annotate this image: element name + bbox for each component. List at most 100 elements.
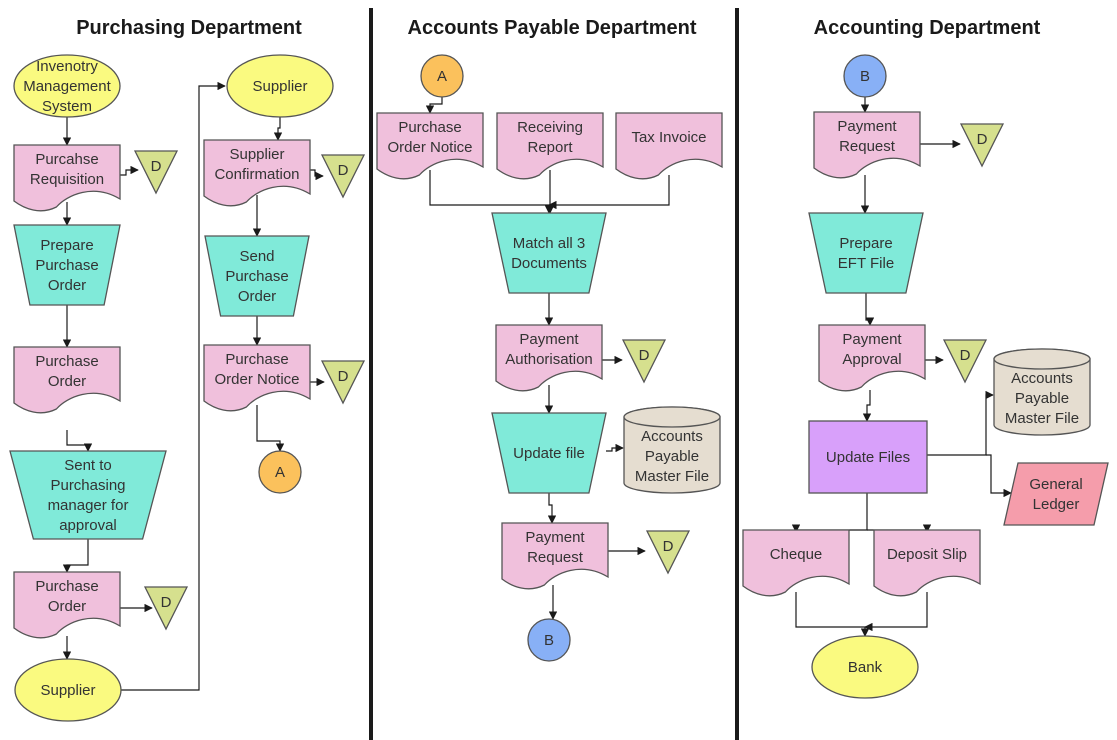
node-label: Purchasing bbox=[50, 477, 125, 494]
node-a-auth[interactable]: Payment Authorisation bbox=[495, 324, 603, 392]
node-p-req-d[interactable]: D bbox=[133, 150, 179, 195]
node-label: B bbox=[860, 68, 870, 85]
node-p-a[interactable]: A bbox=[258, 450, 302, 494]
node-label: Order bbox=[48, 373, 86, 390]
connector-p-sup2-to-p-conf bbox=[273, 117, 283, 141]
node-a-upd[interactable]: Update file bbox=[491, 412, 607, 494]
node-a-tax[interactable]: Tax Invoice bbox=[615, 112, 723, 180]
connector-p-pon-to-p-a bbox=[256, 405, 285, 452]
lane-divider bbox=[735, 8, 739, 740]
node-p-po1[interactable]: Purchase Order bbox=[13, 346, 121, 414]
node-label: Purchase bbox=[225, 351, 288, 368]
node-label: Supplier bbox=[40, 682, 95, 699]
node-a-auth-d[interactable]: D bbox=[621, 339, 667, 384]
connector-a-a-to-a-pon bbox=[425, 97, 443, 114]
node-c-b[interactable]: B bbox=[843, 54, 887, 98]
node-label: Update file bbox=[513, 445, 585, 462]
node-c-upd[interactable]: Update Files bbox=[808, 420, 928, 494]
node-c-chq[interactable]: Cheque bbox=[742, 529, 850, 597]
connector-p-po1-to-p-sent bbox=[66, 430, 93, 452]
node-a-b[interactable]: B bbox=[527, 618, 571, 662]
node-p-prep[interactable]: Prepare Purchase Order bbox=[13, 224, 121, 306]
node-label: Ledger bbox=[1033, 496, 1080, 513]
flowchart-canvas: Purchasing Department Accounts Payable D… bbox=[9, 8, 1109, 740]
node-label: Authorisation bbox=[505, 351, 593, 368]
node-p-sup2[interactable]: Supplier bbox=[226, 54, 334, 118]
node-label: A bbox=[437, 68, 447, 85]
node-label: Sent to bbox=[64, 457, 112, 474]
node-c-req[interactable]: Payment Request bbox=[813, 111, 921, 179]
node-p-conf-d[interactable]: D bbox=[320, 154, 366, 199]
node-c-gl[interactable]: General Ledger bbox=[1003, 462, 1109, 526]
node-label: Payment bbox=[519, 331, 579, 348]
node-c-dep[interactable]: Deposit Slip bbox=[873, 529, 981, 597]
node-a-db[interactable]: Accounts Payable Master File bbox=[623, 406, 721, 494]
node-a-rr[interactable]: Receiving Report bbox=[496, 112, 604, 180]
node-a-req-d[interactable]: D bbox=[645, 530, 691, 575]
node-label: Order bbox=[48, 598, 86, 615]
connector-c-upd-to-c-db bbox=[927, 390, 994, 456]
node-p-pon-d[interactable]: D bbox=[320, 360, 366, 405]
node-a-req[interactable]: Payment Request bbox=[501, 522, 609, 590]
node-label: Prepare bbox=[839, 235, 892, 252]
node-label: Requisition bbox=[30, 171, 104, 188]
node-c-req-d[interactable]: D bbox=[959, 123, 1005, 168]
node-a-a[interactable]: A bbox=[420, 54, 464, 98]
lane-title-accounts-payable: Accounts Payable Department bbox=[408, 17, 697, 39]
node-label: approval bbox=[59, 517, 117, 534]
node-label: B bbox=[544, 632, 554, 649]
connector-p-sent-to-p-po2 bbox=[62, 539, 89, 573]
connector-a-tax-to-a-match bbox=[548, 175, 670, 210]
node-label: Purcahse bbox=[35, 151, 98, 168]
node-label: Tax Invoice bbox=[631, 129, 706, 146]
node-c-db[interactable]: Accounts Payable Master File bbox=[993, 348, 1091, 436]
node-p-send[interactable]: Send Purchase Order bbox=[204, 235, 310, 317]
node-label: Payable bbox=[1015, 390, 1069, 407]
node-label: Cheque bbox=[770, 546, 823, 563]
data-io-shape bbox=[1003, 462, 1109, 526]
node-c-eft[interactable]: Prepare EFT File bbox=[808, 212, 924, 294]
node-label: Master File bbox=[1005, 410, 1079, 427]
node-label: Report bbox=[527, 139, 573, 156]
node-c-appr[interactable]: Payment Approval bbox=[818, 324, 926, 392]
node-label: Order Notice bbox=[214, 371, 299, 388]
lane-divider bbox=[369, 8, 373, 740]
connector-a-upd-to-a-req bbox=[547, 493, 557, 524]
node-label: D bbox=[639, 347, 650, 364]
node-c-bank[interactable]: Bank bbox=[811, 635, 919, 699]
node-c-appr-d[interactable]: D bbox=[942, 339, 988, 384]
node-label: Send bbox=[239, 248, 274, 265]
node-label: Order bbox=[48, 277, 86, 294]
node-label: Request bbox=[839, 138, 896, 155]
node-label: D bbox=[960, 347, 971, 364]
manual-operation-shape bbox=[808, 212, 924, 294]
node-p-pon[interactable]: Purchase Order Notice bbox=[203, 344, 311, 412]
lane-title-purchasing: Purchasing Department bbox=[76, 17, 302, 39]
node-label: D bbox=[151, 158, 162, 175]
node-label: Prepare bbox=[40, 237, 93, 254]
node-label: D bbox=[663, 538, 674, 555]
node-label: Receiving bbox=[517, 119, 583, 136]
node-p-sup1[interactable]: Supplier bbox=[14, 658, 122, 722]
node-label: Accounts bbox=[641, 428, 703, 445]
connector-c-upd-to-c-chq bbox=[791, 493, 868, 533]
node-a-pon[interactable]: Purchase Order Notice bbox=[376, 112, 484, 180]
node-label: D bbox=[977, 131, 988, 148]
node-label: General bbox=[1029, 476, 1082, 493]
connector-p-req-to-p-req-d bbox=[120, 165, 139, 176]
node-p-sent[interactable]: Sent to Purchasing manager for approval bbox=[9, 450, 167, 540]
nodes-layer: Invenotry Management System Purcahse Requisi… bbox=[9, 54, 1109, 722]
node-a-match[interactable]: Match all 3 Documents bbox=[491, 212, 607, 294]
node-label: Accounts bbox=[1011, 370, 1073, 387]
lane-title-accounting: Accounting Department bbox=[814, 17, 1041, 39]
node-label: Purchase bbox=[35, 578, 98, 595]
node-label: Purchase bbox=[225, 268, 288, 285]
node-p-req[interactable]: Purcahse Requisition bbox=[13, 144, 121, 212]
node-label: Invenotry bbox=[36, 58, 98, 75]
node-label: Supplier bbox=[252, 78, 307, 95]
node-label: Confirmation bbox=[214, 166, 299, 183]
node-p-po2[interactable]: Purchase Order bbox=[13, 571, 121, 639]
node-p-ims[interactable]: Invenotry Management System bbox=[13, 54, 121, 118]
node-label: Request bbox=[527, 549, 584, 566]
connector-c-dep-to-c-bank bbox=[864, 592, 928, 632]
